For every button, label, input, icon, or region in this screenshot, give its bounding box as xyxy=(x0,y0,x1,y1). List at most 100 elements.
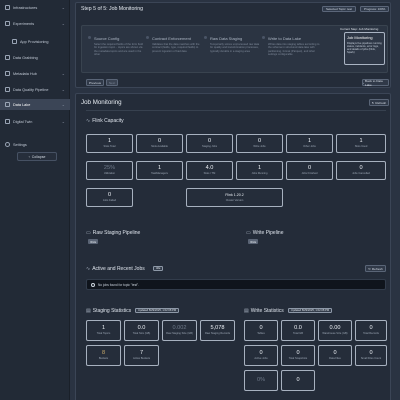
raw-staging-pipeline-heading: ▭ Raw Staging Pipeline xyxy=(86,230,140,236)
metric-label: Data Files xyxy=(329,357,341,361)
step-desc: Select the required fields of the form f… xyxy=(94,43,143,57)
chevron-down-icon: ⌄ xyxy=(61,87,65,92)
sidebar-item-data-quality[interactable]: Data Quality Pipeline ⌄ xyxy=(0,84,70,95)
metric-value: 0% xyxy=(256,377,266,383)
activity-icon: ∿ xyxy=(86,266,91,272)
sidebar-item-infrastructures[interactable]: Infrastructures ⌄ xyxy=(0,2,70,13)
flink-capacity-heading: ∿ Flink Capacity xyxy=(86,118,124,124)
refresh-label: Refresh xyxy=(375,100,387,105)
jobs-refresh-button[interactable]: ↻ Refresh xyxy=(365,265,386,272)
metric-tables: 0 Tables xyxy=(244,320,278,341)
metric-label: Total Snapshots xyxy=(288,357,308,361)
flink-capacity-title: Flink Capacity xyxy=(92,118,124,124)
staging-statistics-title: Staging Statistics xyxy=(92,308,132,314)
sidebar-item-digital-twin[interactable]: Digital Twin ⌄ xyxy=(0,116,70,127)
sidebar-item-label: Data Lake xyxy=(13,102,31,107)
metric-slots-available: 0 Slots Available xyxy=(136,134,183,153)
metric-cluster-version: Flink 1.20.2 Cluster Version xyxy=(186,188,283,207)
metric-warehouse-size: 0.00 Warehouse Size (GB) xyxy=(318,320,352,341)
metric-label: Jobs Finished xyxy=(301,172,318,176)
chevron-down-icon: ⌄ xyxy=(61,119,65,124)
collapse-label: Collapse xyxy=(31,154,46,159)
metric-label: Total Topics xyxy=(96,332,111,336)
sidebar-item-label: Experiments xyxy=(13,21,35,26)
sidebar-item-data-lake[interactable]: Data Lake ⌄ xyxy=(0,99,70,110)
step-job-monitoring[interactable]: Job Monitoring Displays live pipelines r… xyxy=(344,32,385,65)
refresh-label: Refresh xyxy=(371,266,383,271)
collapse-button[interactable]: ‹ Collapse xyxy=(17,152,57,161)
progress-pill: Progress: 100% xyxy=(360,6,390,12)
sidebar-item-metadata-hub[interactable]: Metadata Hub ⌄ xyxy=(0,68,70,79)
metric-label: Write Jobs xyxy=(253,145,266,149)
metric-small-files: 0 Small Files Count xyxy=(355,345,387,366)
metric-total-records: 0 Total Records xyxy=(355,320,387,341)
staging-statistics-heading: ▤ Staging Statistics xyxy=(86,308,131,314)
metric-raw-staging-records: 5,078 Raw Staging Records xyxy=(200,320,235,341)
chevron-down-icon: ⌄ xyxy=(61,5,65,10)
main-content: Step 5 of 5: Job Monitoring Selected Top… xyxy=(72,0,400,400)
metric-active-jobs: 0 Active Jobs xyxy=(244,345,278,366)
download-icon xyxy=(5,55,10,60)
step-raw-data-staging[interactable]: Raw Data Staging Temporarily stores unpr… xyxy=(210,36,262,53)
sidebar-item-label: Data Quality Pipeline xyxy=(13,87,49,92)
step-write-to-data-lake[interactable]: Write to Data Lake Writes data into stag… xyxy=(268,36,320,57)
refresh-button[interactable]: ↻ Refresh xyxy=(369,99,389,106)
metric-other-jobs: 1 Other Jobs xyxy=(286,134,333,153)
step-desc: Temporarily stores unprocessed raw data … xyxy=(210,43,260,53)
metric-raw-staging-size: 0.002 Raw Staging Size (GB) xyxy=(162,320,197,341)
flask-icon xyxy=(5,21,10,26)
metric-label: Slots Used xyxy=(354,145,368,149)
rocket-icon xyxy=(12,39,17,44)
metric-label: Total Size (GB) xyxy=(132,332,151,336)
chevron-left-icon: ‹ xyxy=(28,154,30,159)
metric-data-files: 0 Data Files xyxy=(318,345,352,366)
sidebar-item-settings[interactable]: Settings xyxy=(0,139,70,150)
folder-icon: ▭ xyxy=(86,230,91,236)
metric-label: Raw Staging Size (GB) xyxy=(166,332,193,336)
write-pipeline-title: Write Pipeline xyxy=(252,230,284,236)
metric-slots-total: 1 Slots Total xyxy=(86,134,133,153)
next-button[interactable]: Next xyxy=(106,79,118,86)
step-desc: Displays live pipelines running status, … xyxy=(347,41,382,55)
step-source-config[interactable]: Source Config Select the required fields… xyxy=(94,36,146,57)
wizard-title: Step 5 of 5: Job Monitoring xyxy=(81,6,143,12)
sidebar-item-app-provisioning[interactable]: App Provisioning xyxy=(0,36,70,47)
back-arrow-icon: ‹ xyxy=(363,80,365,85)
step-dot xyxy=(146,36,149,39)
metric-label: Tables xyxy=(257,332,265,336)
chevron-down-icon: ⌄ xyxy=(61,71,65,76)
sidebar-item-label: Digital Twin xyxy=(13,119,33,124)
metric-utilization: 25% Utilization xyxy=(86,161,133,180)
chevron-down-icon: ⌄ xyxy=(61,21,65,26)
metric-slots-used: 1 Slots Used xyxy=(336,134,386,153)
write-pipeline-heading: ▭ Write Pipeline xyxy=(246,230,284,236)
raw-pipeline-status: IDLE xyxy=(88,239,99,244)
no-jobs-alert: No jobs found for topic "test". xyxy=(86,279,386,290)
database-icon: ▤ xyxy=(86,308,91,314)
step-dot xyxy=(88,36,91,39)
metric-active-buckets: 7 Active Buckets xyxy=(124,345,159,366)
step-title: Write to Data Lake xyxy=(268,36,302,41)
selected-topic-pill: Selected Topic: test xyxy=(322,6,356,12)
current-step-label: Current Step: Job Monitoring xyxy=(340,27,379,31)
step-title: Job Monitoring xyxy=(347,35,373,40)
previous-button[interactable]: Previous xyxy=(86,79,104,86)
page-title: Job Monitoring xyxy=(81,99,122,106)
metric-label: Other Jobs xyxy=(303,145,316,149)
metric-label: Active Buckets xyxy=(132,357,150,361)
back-to-data-lake-button[interactable]: ‹ Back to Data Lake xyxy=(362,79,389,87)
write-pipeline-status: IDLE xyxy=(248,239,259,244)
metric-label: TaskManagers xyxy=(151,172,168,176)
metric-partial-1: 0% xyxy=(244,370,278,391)
metric-slots-per-tm: 4.0 Slots / TM xyxy=(186,161,233,180)
raw-staging-pipeline-title: Raw Staging Pipeline xyxy=(92,230,141,236)
no-jobs-message: No jobs found for topic "test". xyxy=(98,282,140,287)
step-title: Contract Enforcement xyxy=(152,36,191,41)
step-contract-enforcement[interactable]: Contract Enforcement Validates that the … xyxy=(152,36,204,53)
metric-label: Buckets xyxy=(98,357,109,361)
sidebar-item-data-grabbing[interactable]: Data Grabbing xyxy=(0,52,70,63)
sidebar-item-experiments[interactable]: Experiments ⌄ xyxy=(0,18,70,29)
metric-label: Active Jobs xyxy=(254,357,268,361)
metric-label: Jobs Cancelled xyxy=(352,172,370,176)
sidebar-item-label: Infrastructures xyxy=(13,5,38,10)
